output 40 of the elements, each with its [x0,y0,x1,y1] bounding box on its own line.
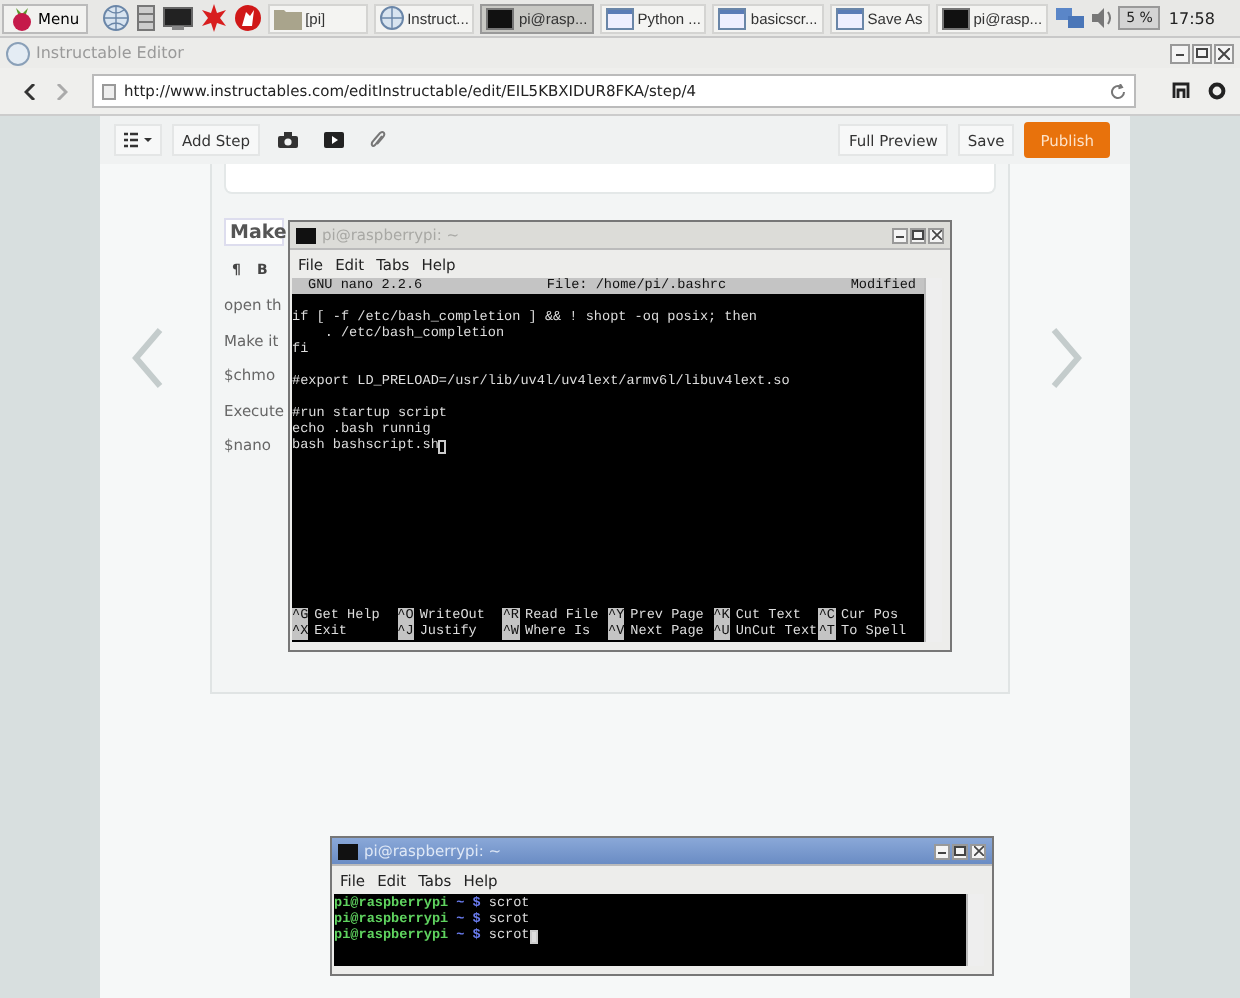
window-title: Instructable Editor [36,44,184,62]
globe-icon[interactable] [101,4,130,32]
maximize-button[interactable] [910,227,926,243]
ring-icon [1207,82,1225,100]
maximize-button[interactable] [952,843,968,859]
list-icon [124,132,152,148]
text-cursor [438,439,447,453]
globe-icon [379,6,404,30]
chevron-left-icon [24,83,36,99]
reload-icon[interactable] [1110,83,1126,99]
chevron-right-icon [56,83,68,99]
text-cursor [529,929,538,943]
burst-icon[interactable] [199,4,228,32]
window-icon [718,7,747,29]
speaker-icon[interactable] [1092,6,1113,30]
file-cabinet-icon[interactable] [135,4,156,32]
maximize-button[interactable] [1192,43,1212,63]
window-icon [605,7,634,29]
clock: 17:58 [1168,9,1215,27]
terminal-icon [296,227,316,243]
network-icon[interactable] [1054,5,1087,31]
page-icon [102,83,116,99]
terminal-icon [941,7,970,29]
terminal-icon [338,843,358,859]
title-field[interactable]: Make [224,218,284,246]
camera-icon [277,132,298,148]
minimize-button[interactable] [934,843,950,859]
terminal-icon [486,7,515,29]
paperclip-icon [369,130,386,150]
folder-icon [273,7,302,29]
minimize-button[interactable] [1170,43,1190,63]
monitor-icon[interactable] [161,5,194,31]
close-button[interactable] [1214,43,1234,63]
close-button[interactable] [970,843,986,859]
list-button[interactable] [114,124,162,156]
minimize-button[interactable] [892,227,908,243]
raspberry-icon [10,5,34,31]
window-icon [835,7,864,29]
close-button[interactable] [928,227,944,243]
video-icon [323,132,344,148]
